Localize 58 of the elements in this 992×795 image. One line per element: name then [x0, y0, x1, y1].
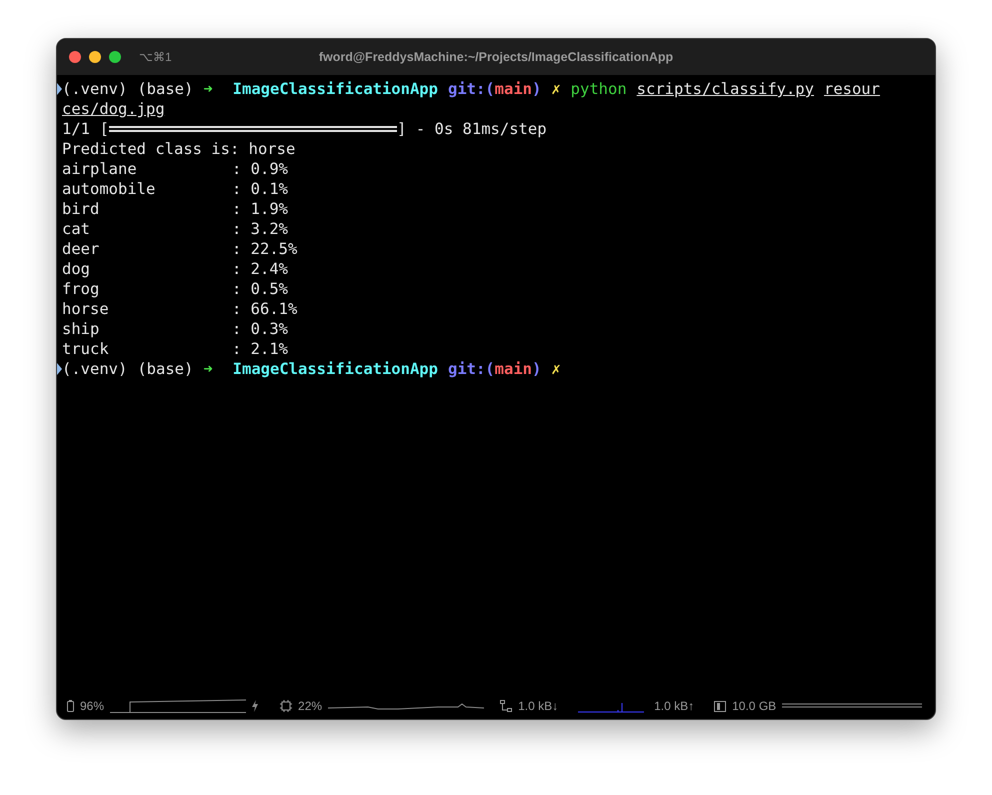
network-icon: [500, 700, 512, 712]
download-rate: 1.0 kB↓: [518, 698, 558, 715]
step-count: 1/1: [62, 119, 90, 139]
dirty-mark: ✗: [551, 359, 561, 379]
memory-icon: [714, 700, 726, 712]
class-probability: : 0.9%: [232, 159, 288, 179]
battery-level: 96%: [80, 698, 104, 715]
venv-label: (.venv): [62, 359, 128, 379]
env-label: (base): [137, 359, 194, 379]
minimize-button[interactable]: [89, 51, 101, 63]
step-timing: - 0s 81ms/step: [416, 119, 547, 139]
cpu-chip-icon: [280, 700, 292, 712]
close-button[interactable]: [69, 51, 81, 63]
class-label: frog: [62, 279, 100, 299]
prompt-arrow: ➜: [203, 359, 213, 379]
command-argument: resour: [824, 79, 880, 99]
command-argument: ces/dog.jpg: [62, 100, 165, 118]
class-label: bird: [62, 199, 100, 219]
bracket-text: [: [100, 119, 109, 139]
env-label: (base): [137, 79, 194, 99]
dirty-mark: ✗: [551, 79, 561, 99]
git-branch: git:(main): [448, 359, 542, 379]
zoom-button[interactable]: [109, 51, 121, 63]
class-probability: : 3.2%: [232, 219, 288, 239]
class-probability: : 1.9%: [232, 199, 288, 219]
class-label: ship: [62, 319, 100, 339]
class-label: horse: [62, 299, 110, 319]
prompt-arrow: ➜: [203, 79, 213, 99]
git-branch: git:(main): [448, 79, 542, 99]
tab-shortcut: ⌥⌘1: [139, 49, 172, 66]
class-label: deer: [62, 239, 100, 259]
class-probability: : 2.4%: [232, 259, 288, 279]
command-text: python: [570, 79, 627, 99]
class-label: truck: [62, 339, 110, 359]
class-probability: : 0.5%: [232, 279, 288, 299]
command-argument: scripts/classify.py: [636, 79, 814, 99]
class-label: dog: [62, 259, 91, 279]
class-label: airplane: [62, 159, 138, 179]
memory-usage: 10.0 GB: [732, 698, 776, 715]
battery-icon: [67, 700, 74, 712]
bolt-icon: [252, 700, 258, 712]
prompt-marker-icon: [57, 83, 62, 95]
class-label: cat: [62, 219, 91, 239]
cpu-usage: 22%: [298, 698, 322, 715]
class-probability: : 2.1%: [232, 339, 288, 359]
upload-rate: 1.0 kB↑: [654, 698, 694, 715]
class-probability: : 0.1%: [232, 179, 288, 199]
directory-name: ImageClassificationApp: [232, 359, 438, 379]
prompt-marker-icon: [57, 363, 62, 375]
output-text: Predicted class is: horse: [62, 140, 296, 158]
bracket-text: ]: [396, 119, 406, 139]
venv-label: (.venv): [62, 79, 128, 99]
class-label: automobile: [62, 179, 156, 199]
class-probability: : 66.1%: [232, 299, 298, 319]
directory-name: ImageClassificationApp: [232, 79, 438, 99]
class-probability: : 22.5%: [232, 239, 298, 259]
window-title: fword@FreddysMachine:~/Projects/ImageClassificationApp: [318, 48, 674, 66]
class-probability: : 0.3%: [232, 319, 288, 339]
